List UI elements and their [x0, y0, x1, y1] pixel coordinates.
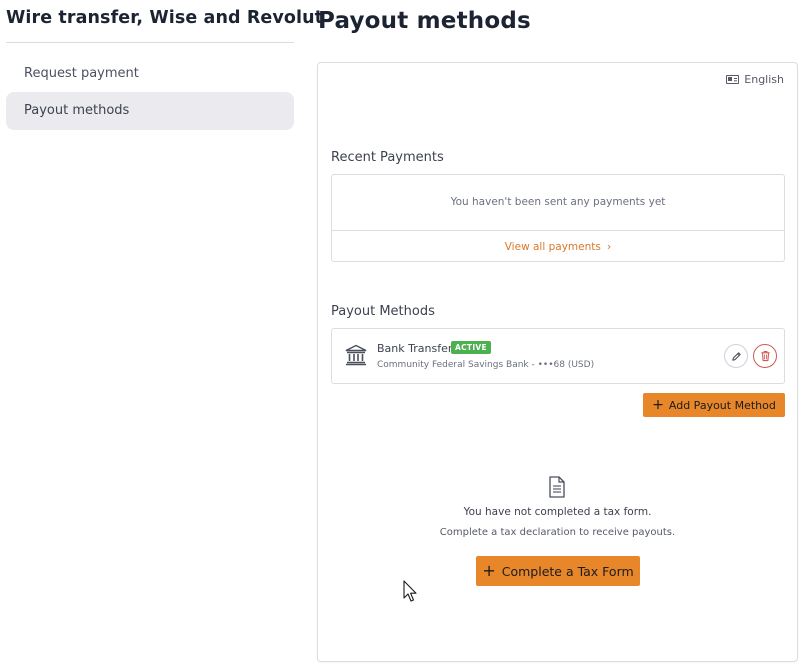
sidebar-item-request-payment[interactable]: Request payment [6, 55, 294, 93]
status-badge: ACTIVE [451, 341, 491, 354]
sidebar-divider [6, 42, 294, 43]
payout-methods-title: Payout Methods [331, 304, 435, 319]
sidebar-item-payout-methods[interactable]: Payout methods [6, 92, 294, 130]
pencil-icon [731, 351, 741, 361]
tax-hint-text: Complete a tax declaration to receive pa… [439, 527, 676, 538]
delete-payout-method-button[interactable] [753, 344, 777, 368]
sidebar-title: Wire transfer, Wise and Revolut [6, 8, 324, 28]
divider [332, 230, 784, 231]
view-all-payments-link[interactable]: View all payments › [332, 240, 784, 253]
add-payout-method-button[interactable]: + Add Payout Method [643, 393, 785, 417]
complete-tax-form-label: Complete a Tax Form [501, 563, 634, 579]
sidebar: Wire transfer, Wise and Revolut Request … [0, 0, 323, 667]
view-all-payments-label: View all payments [504, 241, 601, 253]
language-card-icon [726, 75, 740, 84]
payout-method-name: Bank Transfer [377, 342, 453, 355]
language-label: English [744, 73, 784, 86]
document-icon [549, 476, 565, 498]
plus-icon: + [482, 561, 496, 580]
payout-method-detail: Community Federal Savings Bank - •••68 (… [377, 360, 595, 370]
bank-icon [345, 344, 367, 366]
complete-tax-form-button[interactable]: + Complete a Tax Form [476, 556, 640, 586]
page-title: Payout methods [318, 8, 531, 34]
add-payout-method-label: Add Payout Method [668, 398, 776, 412]
edit-payout-method-button[interactable] [724, 344, 748, 368]
tax-status-text: You have not completed a tax form. [463, 506, 652, 518]
chevron-right-icon: › [606, 240, 612, 253]
mouse-cursor-icon [403, 580, 417, 602]
main-card: English Recent Payments You haven't been… [317, 62, 798, 662]
payout-method-row: Bank Transfer ACTIVE Community Federal S… [331, 328, 785, 384]
language-selector[interactable]: English [726, 73, 784, 86]
plus-icon: + [652, 397, 664, 413]
recent-payments-box: You haven't been sent any payments yet V… [331, 174, 785, 262]
recent-payments-empty-text: You haven't been sent any payments yet [450, 196, 666, 208]
recent-payments-title: Recent Payments [331, 150, 444, 165]
trash-icon [760, 351, 770, 362]
